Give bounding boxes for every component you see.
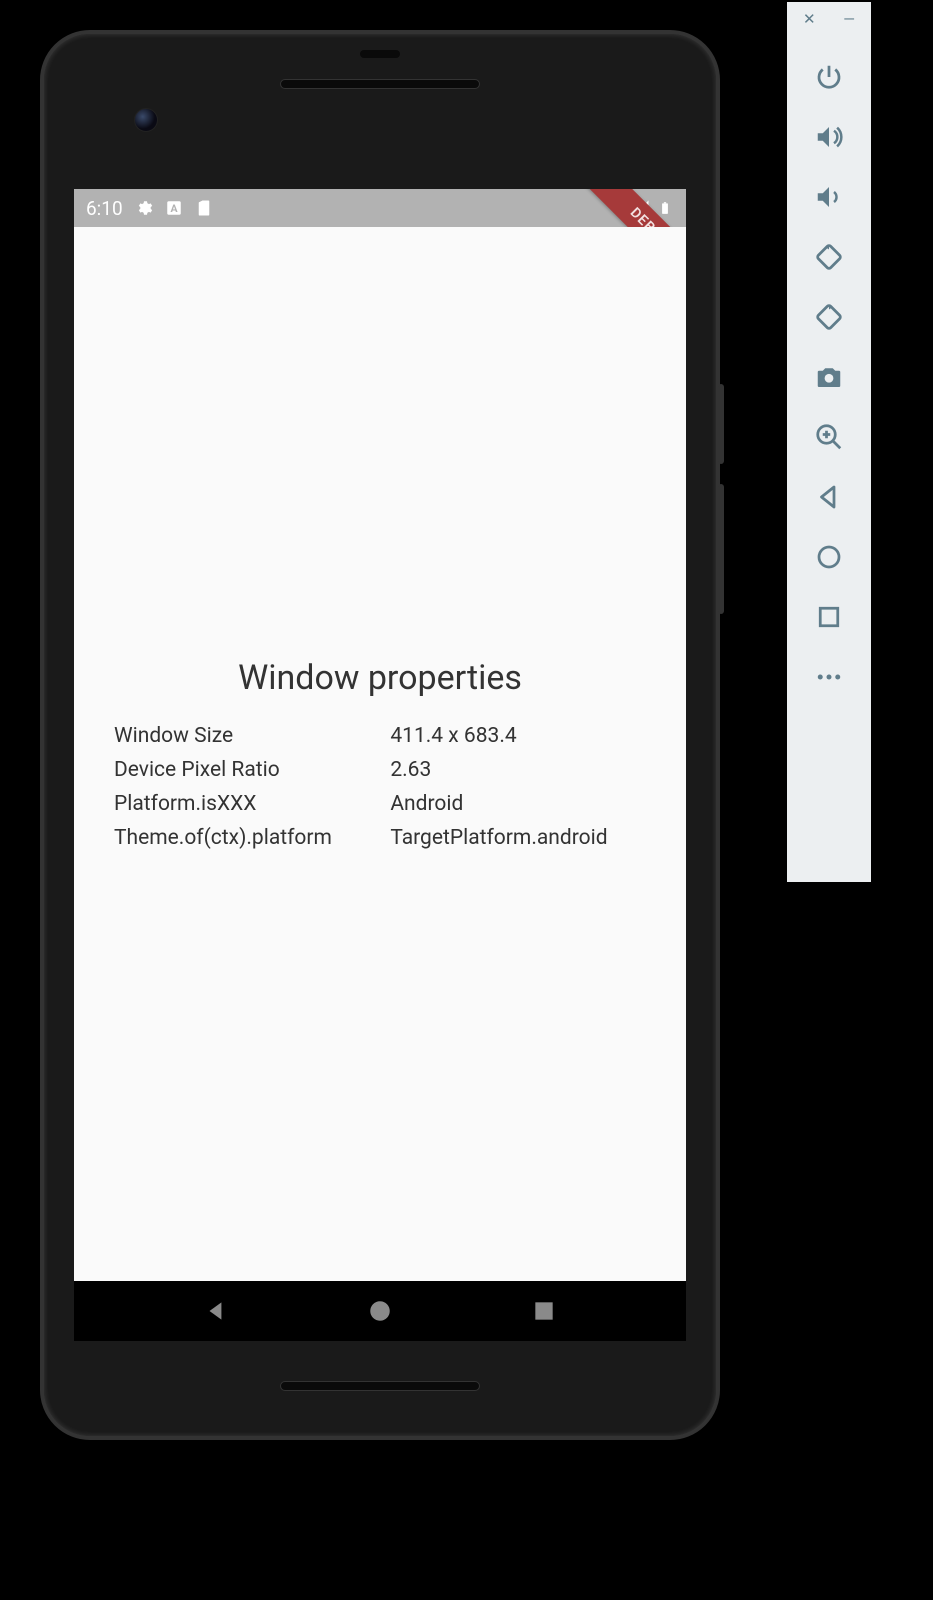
front-camera [134, 108, 158, 132]
close-icon[interactable]: ✕ [803, 10, 816, 28]
prop-value: 2.63 [390, 758, 646, 782]
volume-down-icon[interactable] [812, 180, 846, 214]
side-button [718, 384, 724, 464]
app-content: Window properties Window Size 411.4 x 68… [74, 227, 686, 1281]
prop-label: Platform.isXXX [114, 792, 370, 816]
status-time: 6:10 [86, 197, 123, 220]
prop-label: Device Pixel Ratio [114, 758, 370, 782]
power-icon[interactable] [812, 60, 846, 94]
back-icon[interactable] [812, 480, 846, 514]
phone-screen: 6:10 A [74, 189, 686, 1281]
rotate-right-icon[interactable] [812, 300, 846, 334]
rotate-left-icon[interactable] [812, 240, 846, 274]
more-icon[interactable] [812, 660, 846, 694]
battery-icon [656, 199, 674, 217]
prop-value: 411.4 x 683.4 [390, 724, 646, 748]
settings-icon [135, 199, 153, 217]
status-left: 6:10 A [86, 197, 213, 220]
home-icon[interactable] [812, 540, 846, 574]
side-button [718, 484, 724, 614]
nav-home-icon[interactable] [367, 1298, 393, 1324]
minimize-icon[interactable]: — [843, 10, 855, 28]
overview-icon[interactable] [812, 600, 846, 634]
nav-back-icon[interactable] [203, 1298, 229, 1324]
nav-overview-icon[interactable] [531, 1298, 557, 1324]
volume-up-icon[interactable] [812, 120, 846, 154]
svg-text:A: A [170, 202, 178, 215]
prop-label: Window Size [114, 724, 370, 748]
page-title: Window properties [238, 658, 522, 698]
prop-value: TargetPlatform.android [390, 826, 646, 850]
properties-table: Window Size 411.4 x 683.4 Device Pixel R… [114, 724, 646, 850]
prop-value: Android [390, 792, 646, 816]
sidebar-window-controls: ✕ — [787, 10, 871, 34]
bottom-speaker [280, 1381, 480, 1391]
prop-label: Theme.of(ctx).platform [114, 826, 370, 850]
a-box-icon: A [165, 199, 183, 217]
notch [360, 50, 400, 58]
status-bar: 6:10 A [74, 189, 686, 227]
camera-icon[interactable] [812, 360, 846, 394]
earpiece-speaker [280, 79, 480, 89]
zoom-icon[interactable] [812, 420, 846, 454]
sd-card-icon [195, 199, 213, 217]
phone-device-frame: 6:10 A [40, 30, 720, 1440]
emulator-sidebar: ✕ — [787, 2, 871, 882]
android-nav-bar [74, 1281, 686, 1341]
